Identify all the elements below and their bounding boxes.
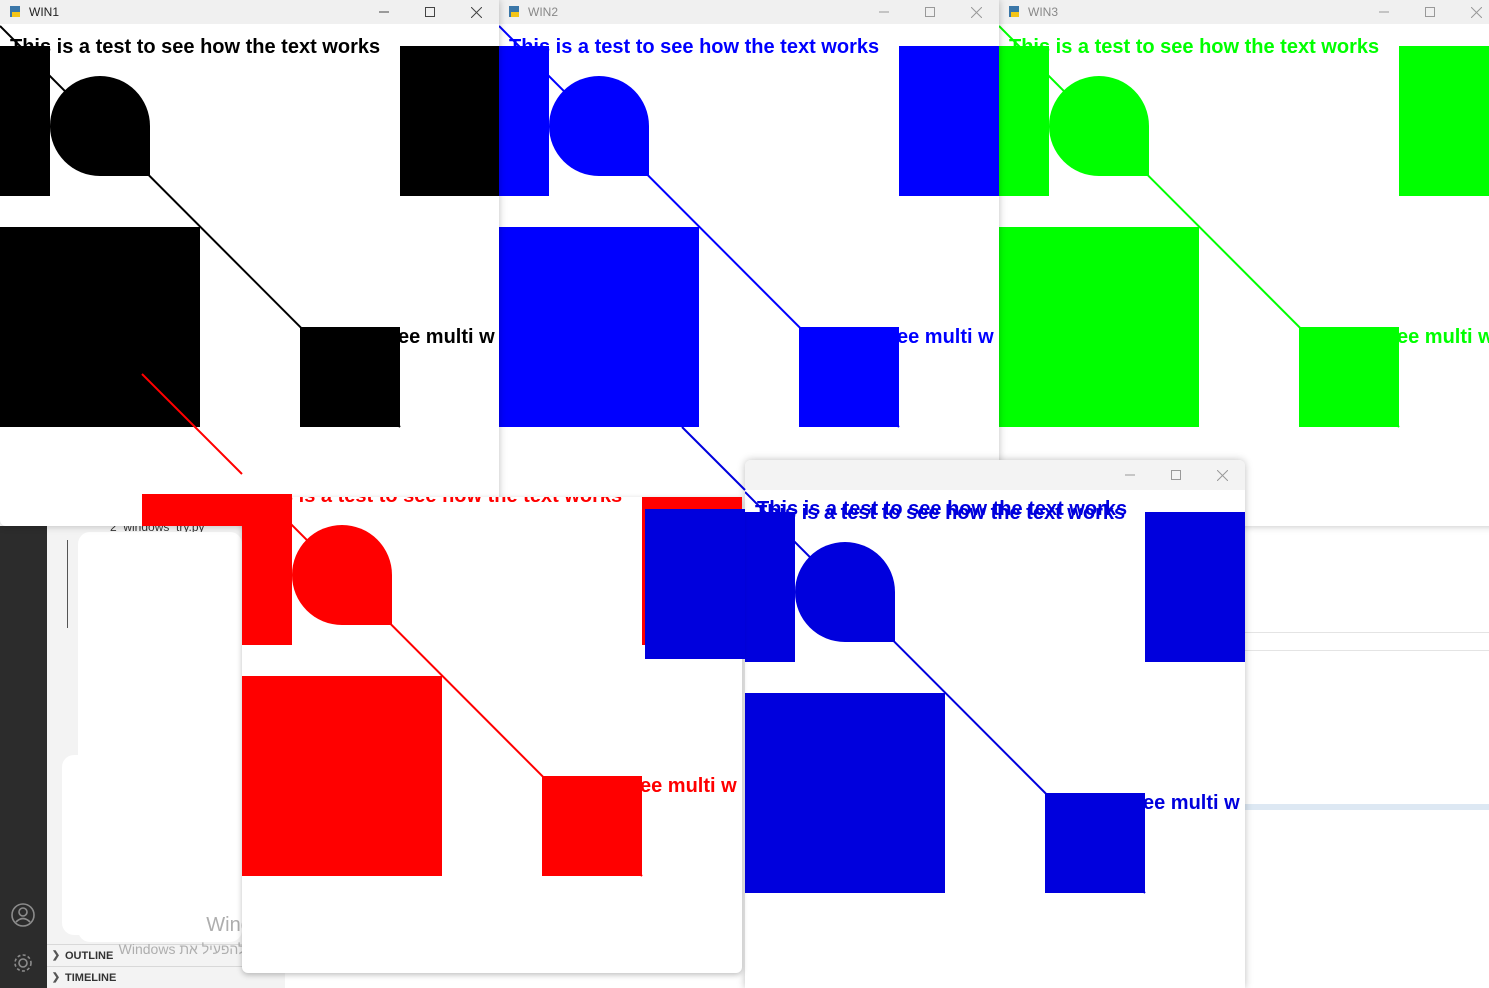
minimize-icon bbox=[1125, 474, 1135, 476]
square-top-right bbox=[899, 46, 999, 196]
maximize-button[interactable] bbox=[1153, 460, 1199, 490]
canvas-text-secondary: ee multi w bbox=[1143, 792, 1240, 814]
canvas-text-main: This is a test to see how the text works bbox=[252, 497, 622, 507]
close-button[interactable] bbox=[453, 0, 499, 24]
window-title: WIN1 bbox=[29, 5, 59, 19]
window-win3[interactable]: WIN3 This is a test to see how the text … bbox=[999, 0, 1489, 526]
maximize-button[interactable] bbox=[407, 0, 453, 24]
large-square bbox=[242, 676, 442, 876]
window-win4[interactable]: This is a test to see how the text works… bbox=[242, 497, 742, 973]
close-button[interactable] bbox=[953, 0, 999, 24]
square-top-left bbox=[242, 497, 292, 645]
window-titlebar[interactable]: WIN2 bbox=[499, 0, 999, 24]
canvas-text-main: This is a test to see how the text works bbox=[10, 36, 380, 58]
minimize-icon bbox=[879, 11, 889, 13]
account-icon[interactable] bbox=[8, 900, 38, 930]
minimize-icon bbox=[1379, 11, 1389, 13]
canvas-text-secondary: ee multi w bbox=[1397, 326, 1489, 348]
timeline-label: TIMELINE bbox=[65, 971, 117, 984]
gear-icon[interactable] bbox=[8, 948, 38, 978]
close-icon bbox=[1470, 6, 1482, 18]
canvas-text-secondary: ee multi w bbox=[398, 326, 495, 348]
large-square bbox=[0, 227, 200, 427]
window-win5[interactable]: This is a test to see how the text works… bbox=[745, 460, 1245, 988]
editor-divider bbox=[1245, 804, 1489, 810]
maximize-icon bbox=[1171, 470, 1181, 480]
large-square bbox=[499, 227, 699, 427]
minimize-button[interactable] bbox=[861, 0, 907, 24]
minimize-button[interactable] bbox=[361, 0, 407, 24]
drawing-canvas: This is a test to see how the text works… bbox=[999, 25, 1489, 428]
chevron-right-icon: ❯ bbox=[51, 950, 61, 961]
editor-divider bbox=[1245, 632, 1489, 633]
close-icon bbox=[1216, 469, 1228, 481]
outline-label: OUTLINE bbox=[65, 949, 114, 962]
python-icon bbox=[10, 6, 20, 17]
window-win2[interactable]: WIN2 This is a test to see how the text … bbox=[499, 0, 999, 526]
maximize-icon bbox=[925, 7, 935, 17]
minimize-button[interactable] bbox=[1107, 460, 1153, 490]
window-titlebar[interactable]: WIN3 bbox=[999, 0, 1489, 24]
canvas-text-main: This is a test to see how the text works bbox=[509, 36, 879, 58]
drawing-canvas: This is a test to see how the text works… bbox=[499, 25, 999, 428]
python-icon bbox=[509, 6, 519, 17]
window-title: WIN3 bbox=[1028, 5, 1058, 19]
canvas-text-main: This is a test to see how the text works bbox=[755, 502, 1125, 524]
maximize-button[interactable] bbox=[1407, 0, 1453, 24]
window-titlebar[interactable] bbox=[745, 460, 1245, 490]
drawing-canvas: This is a test to see how the text works… bbox=[745, 491, 1245, 894]
maximize-icon bbox=[425, 7, 435, 17]
maximize-icon bbox=[1425, 7, 1435, 17]
tree-guide bbox=[67, 540, 68, 628]
close-button[interactable] bbox=[1453, 0, 1489, 24]
canvas-text-secondary: ee multi w bbox=[897, 326, 994, 348]
python-icon bbox=[1009, 6, 1019, 17]
window-win1[interactable]: WIN1 This is a test to see how the text … bbox=[0, 0, 499, 526]
smear bbox=[62, 755, 246, 935]
minimize-icon bbox=[379, 11, 389, 13]
square-top-right bbox=[400, 46, 499, 196]
close-icon bbox=[970, 6, 982, 18]
window-titlebar[interactable]: WIN1 bbox=[0, 0, 499, 24]
square-top-right bbox=[1399, 46, 1489, 196]
large-square bbox=[745, 693, 945, 893]
window-title: WIN2 bbox=[528, 5, 558, 19]
editor-divider bbox=[1245, 650, 1489, 651]
close-icon bbox=[470, 6, 482, 18]
canvas-text-secondary: ee multi w bbox=[640, 775, 737, 797]
large-square bbox=[999, 227, 1199, 427]
square-top-right bbox=[642, 497, 742, 645]
drawing-canvas: This is a test to see how the text works… bbox=[242, 497, 742, 877]
minimize-button[interactable] bbox=[1361, 0, 1407, 24]
maximize-button[interactable] bbox=[907, 0, 953, 24]
canvas-text-main: This is a test to see how the text works bbox=[1009, 36, 1379, 58]
chevron-right-icon: ❯ bbox=[51, 972, 61, 983]
square-top-right bbox=[1145, 512, 1245, 662]
close-button[interactable] bbox=[1199, 460, 1245, 490]
drawing-canvas: This is a test to see how the text works… bbox=[0, 25, 499, 428]
